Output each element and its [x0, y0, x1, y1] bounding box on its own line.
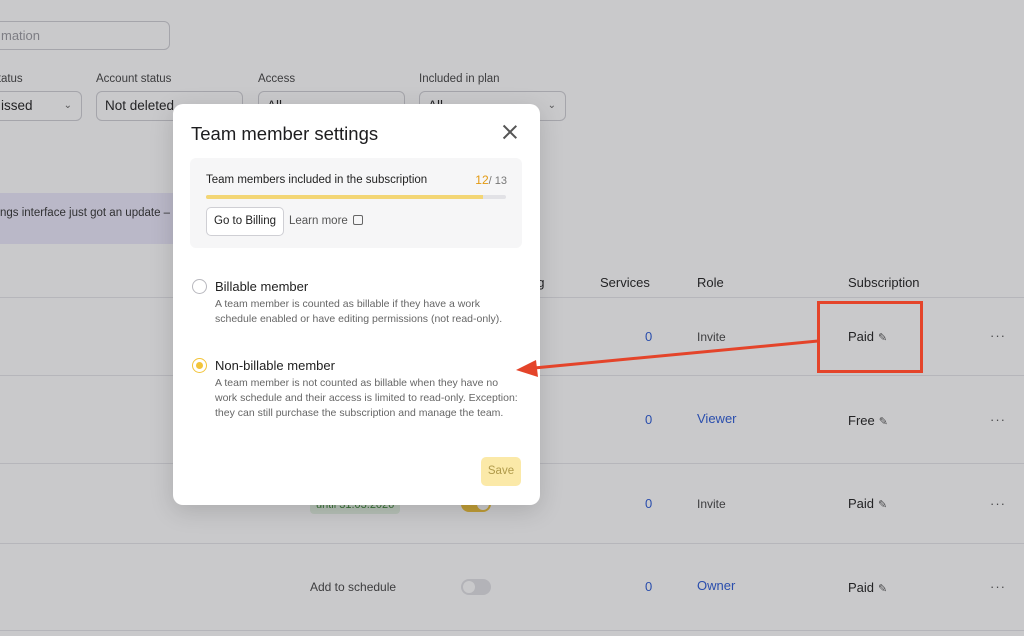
annotation-arrow — [516, 339, 819, 377]
